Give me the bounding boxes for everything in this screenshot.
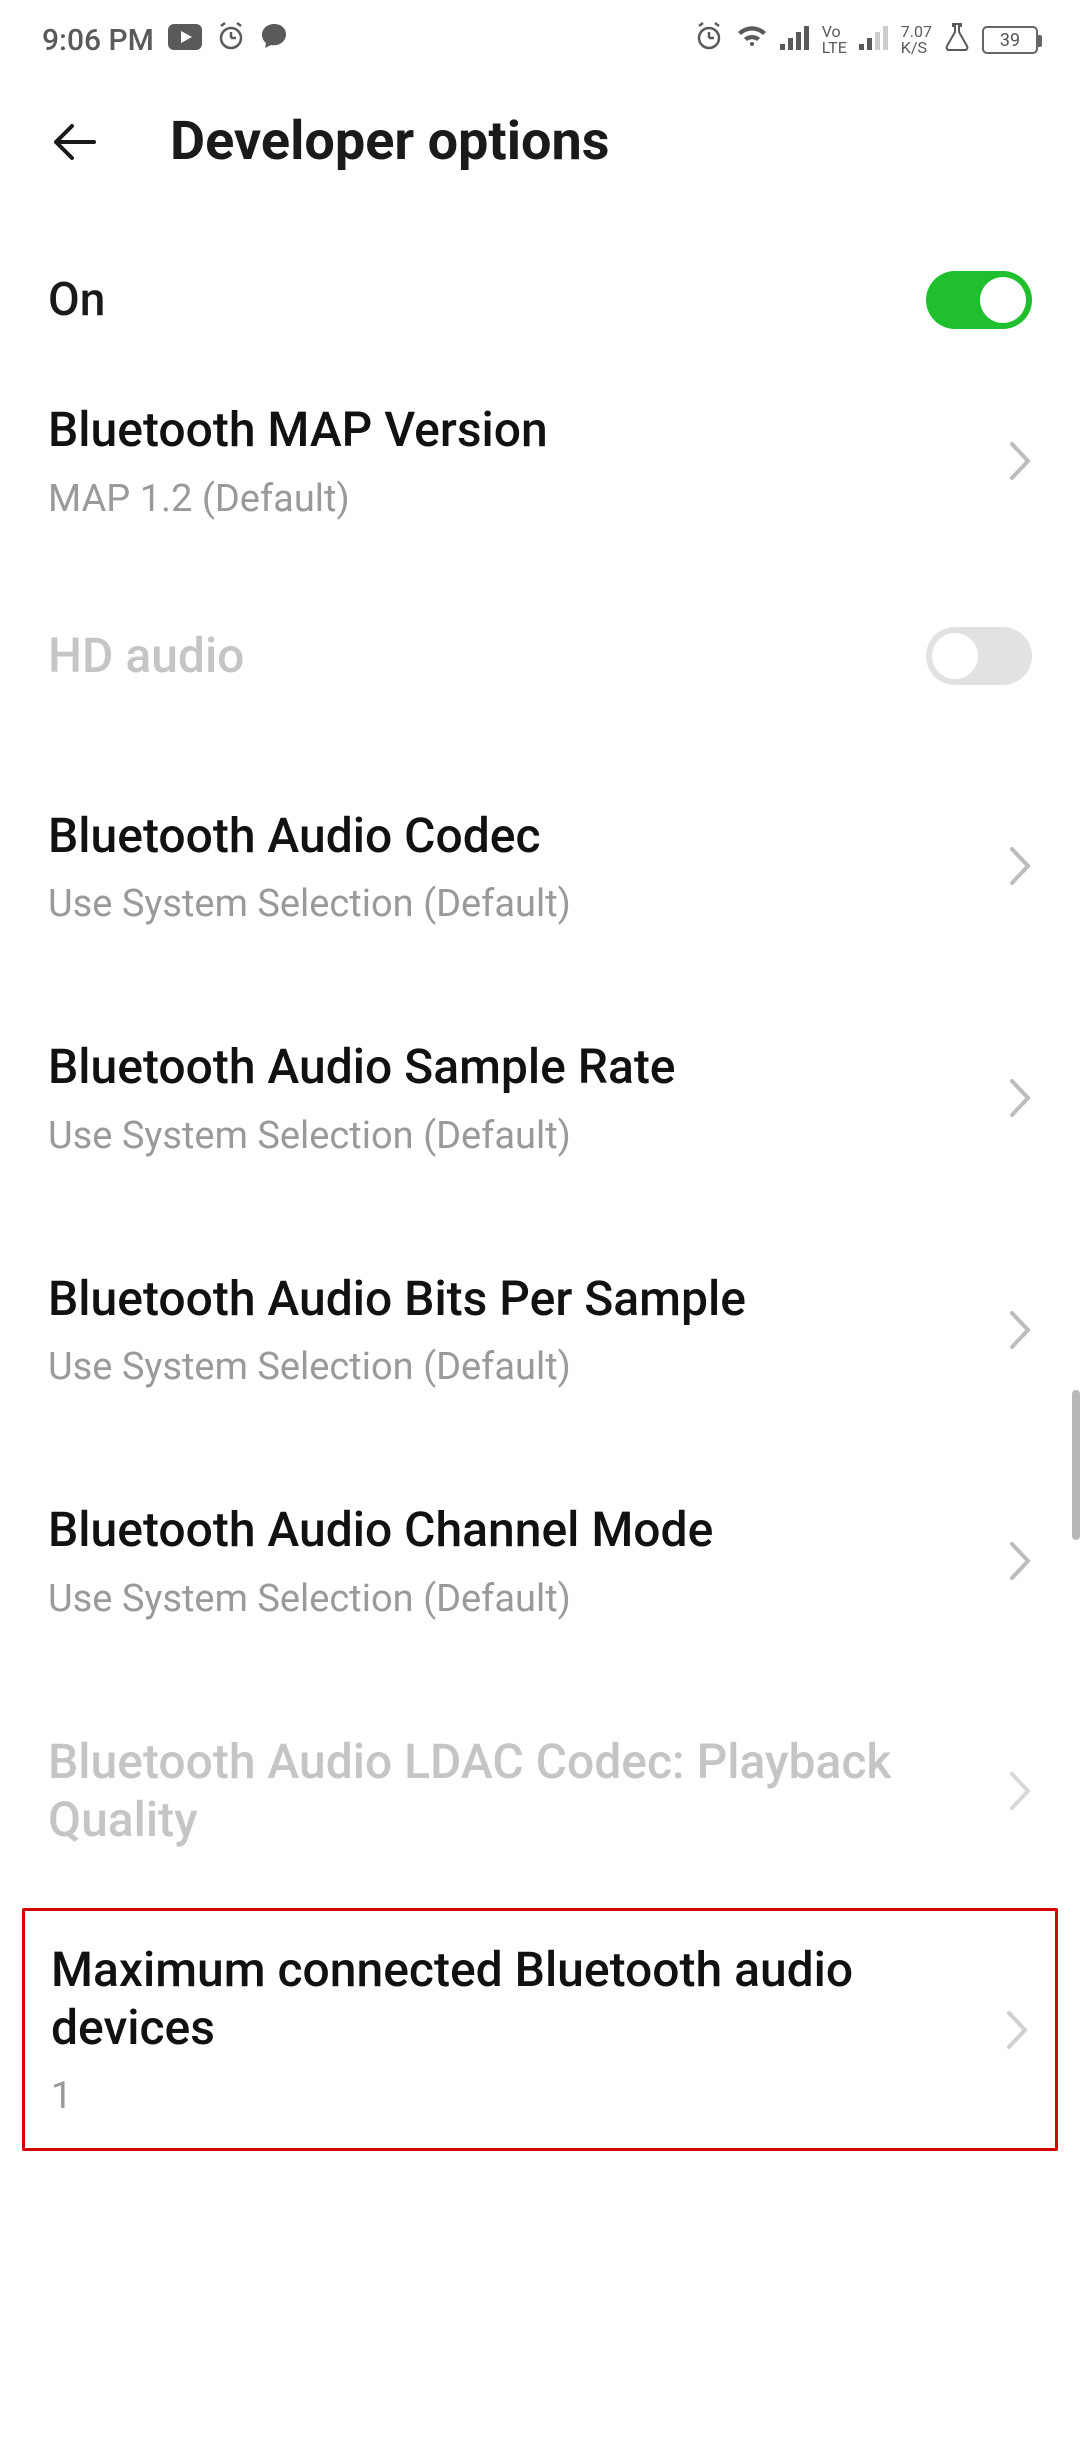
chevron-right-icon (1008, 1309, 1032, 1351)
bt-bits-per-sample-title: Bluetooth Audio Bits Per Sample (48, 1270, 988, 1328)
bt-sample-rate-row[interactable]: Bluetooth Audio Sample Rate Use System S… (0, 968, 1080, 1200)
battery-icon: 39 (982, 26, 1038, 54)
chevron-right-icon (1008, 440, 1032, 482)
hd-audio-toggle (926, 627, 1032, 685)
page-title: Developer options (170, 110, 610, 173)
status-right: VoLTE 7.07K/S 39 (694, 21, 1038, 59)
signal1-icon (780, 23, 810, 58)
back-icon[interactable] (46, 113, 104, 171)
bt-bits-per-sample-subtitle: Use System Selection (Default) (48, 1345, 988, 1389)
chevron-right-icon (1008, 1770, 1032, 1812)
signal2-icon (859, 23, 889, 58)
bt-map-version-subtitle: MAP 1.2 (Default) (48, 477, 988, 521)
hd-audio-row: HD audio (0, 563, 1080, 749)
bt-map-version-title: Bluetooth MAP Version (48, 401, 988, 459)
hd-audio-title: HD audio (48, 627, 926, 685)
bt-channel-mode-row[interactable]: Bluetooth Audio Channel Mode Use System … (0, 1431, 1080, 1663)
master-toggle[interactable] (926, 271, 1032, 329)
net-speed: 7.07K/S (901, 24, 932, 56)
bt-audio-codec-title: Bluetooth Audio Codec (48, 807, 988, 865)
master-toggle-row[interactable]: On (0, 233, 1080, 367)
content: On Bluetooth MAP Version MAP 1.2 (Defaul… (0, 203, 1080, 2151)
status-time: 9:06 PM (42, 23, 154, 58)
chevron-right-icon (1008, 845, 1032, 887)
volte-label: VoLTE (822, 24, 847, 56)
bt-map-version-row[interactable]: Bluetooth MAP Version MAP 1.2 (Default) (0, 367, 1080, 563)
app-header: Developer options (0, 80, 1080, 203)
bt-audio-codec-row[interactable]: Bluetooth Audio Codec Use System Selecti… (0, 749, 1080, 969)
alarm2-icon (694, 21, 724, 59)
bt-ldac-title: Bluetooth Audio LDAC Codec: Playback Qua… (48, 1733, 988, 1848)
chevron-right-icon (1005, 2009, 1029, 2051)
bt-channel-mode-title: Bluetooth Audio Channel Mode (48, 1501, 988, 1559)
chat-icon (260, 22, 288, 58)
master-toggle-label: On (48, 273, 926, 327)
alarm-icon (216, 21, 246, 59)
bt-ldac-row: Bluetooth Audio LDAC Codec: Playback Qua… (0, 1663, 1080, 1902)
status-left: 9:06 PM (42, 21, 288, 59)
status-bar: 9:06 PM VoLTE 7.07K/S 39 (0, 0, 1080, 80)
max-bt-devices-title: Maximum connected Bluetooth audio device… (51, 1941, 985, 2056)
max-bt-devices-subtitle: 1 (51, 2074, 985, 2118)
chevron-right-icon (1008, 1077, 1032, 1119)
scroll-indicator[interactable] (1072, 1390, 1080, 1540)
bt-sample-rate-subtitle: Use System Selection (Default) (48, 1114, 988, 1158)
youtube-icon (168, 23, 202, 58)
wifi-icon (736, 23, 768, 58)
chevron-right-icon (1008, 1540, 1032, 1582)
bt-bits-per-sample-row[interactable]: Bluetooth Audio Bits Per Sample Use Syst… (0, 1200, 1080, 1432)
bt-channel-mode-subtitle: Use System Selection (Default) (48, 1577, 988, 1621)
highlighted-setting: Maximum connected Bluetooth audio device… (22, 1908, 1058, 2151)
flask-icon (944, 22, 970, 59)
bt-audio-codec-subtitle: Use System Selection (Default) (48, 882, 988, 926)
max-bt-devices-row[interactable]: Maximum connected Bluetooth audio device… (25, 1911, 1055, 2148)
bt-sample-rate-title: Bluetooth Audio Sample Rate (48, 1038, 988, 1096)
